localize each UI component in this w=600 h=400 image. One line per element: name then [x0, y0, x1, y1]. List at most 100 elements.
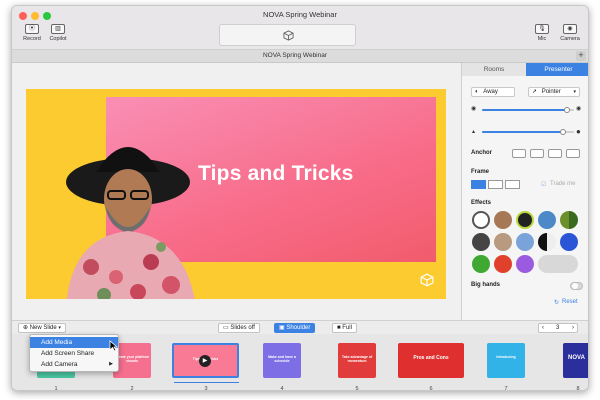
copilot-button[interactable]: ▥ Copilot [44, 24, 72, 42]
new-slide-button[interactable]: ⊕ New Slide ▾ [18, 323, 66, 333]
microphone-icon: 🎙 [535, 24, 549, 34]
anchor-bottom-left-button[interactable] [512, 149, 526, 158]
effect-outline-button[interactable] [516, 211, 534, 229]
effect-deep-blue-button[interactable] [560, 233, 578, 251]
slides-off-icon: ▭ [223, 325, 229, 331]
reset-button[interactable]: Reset [562, 299, 578, 305]
eye-icon-right: ◉ [576, 106, 582, 112]
document-tab[interactable]: NOVA Spring Webinar [12, 52, 578, 59]
full-icon: ■ [337, 325, 341, 331]
effect-portrait-button[interactable] [494, 211, 512, 229]
slide-num-4: 4 [280, 386, 284, 391]
submenu-arrow-icon: ▶ [109, 361, 113, 367]
reset-icon: ↻ [554, 300, 560, 306]
mouse-cursor-icon [109, 340, 118, 352]
layout-full-button[interactable]: ■ Full [332, 323, 357, 333]
mic-button[interactable]: 🎙 Mic [528, 24, 556, 42]
slide-thumb-8[interactable]: NOVA [563, 343, 588, 378]
slide-num-7: 7 [504, 386, 508, 391]
previous-page-icon[interactable]: ‹ [542, 324, 544, 333]
new-slide-icon: ⊕ [23, 325, 29, 331]
shoulder-icon: ▣ [279, 325, 285, 331]
size-slider-fill [482, 131, 563, 133]
effect-none-button[interactable] [472, 211, 490, 229]
anchor-bottom-center-button[interactable] [530, 149, 544, 158]
anchor-bottom-right-button[interactable] [548, 149, 562, 158]
effect-bw-button[interactable] [538, 233, 556, 251]
effect-sepia-button[interactable] [494, 233, 512, 251]
opacity-slider-knob[interactable] [564, 107, 570, 113]
status-dropdown[interactable]: ◐ Away [471, 87, 515, 97]
cube-icon [283, 30, 294, 41]
chevron-down-icon: ▾ [58, 325, 61, 331]
anchor-top-right-button[interactable] [566, 149, 580, 158]
big-hands-label: Big hands [471, 282, 501, 288]
slide-thumb-6[interactable]: Pros and Cons [398, 343, 464, 378]
slide-thumb-7[interactable]: Introducing [487, 343, 525, 378]
window-title: NOVA Spring Webinar [263, 10, 337, 19]
effect-blue-button[interactable] [538, 211, 556, 229]
effect-red-button[interactable] [494, 255, 512, 273]
menu-item-add-screen-share[interactable]: Add Screen Share [30, 348, 118, 359]
slide-num-1: 1 [54, 386, 58, 391]
slide-num-3: 3 [204, 386, 208, 391]
record-button[interactable]: ⦿ Record [18, 24, 46, 42]
page-stepper[interactable]: ‹ 3 › [538, 323, 578, 333]
slide-thumb-5[interactable]: Take advantage of momentum [338, 343, 376, 378]
frame-person-button[interactable] [471, 180, 486, 189]
sidebar-tab-switcher: Rooms Presenter [462, 63, 588, 76]
effect-purple-button[interactable] [516, 255, 534, 273]
menu-item-add-camera[interactable]: Add Camera ▶ [30, 359, 118, 370]
effect-film-button[interactable] [472, 233, 490, 251]
layout-shoulder-button[interactable]: ▣ Shoulder [274, 323, 316, 333]
mic-label: Mic [537, 36, 547, 42]
tab-rooms[interactable]: Rooms [462, 63, 526, 76]
next-page-icon[interactable]: › [572, 324, 574, 333]
status-label: Away [483, 89, 498, 95]
big-hands-toggle[interactable] [570, 282, 583, 290]
menu-item-add-media[interactable]: Add Media [30, 337, 118, 348]
pointer-dropdown[interactable]: ➚ Pointer ▾ [528, 87, 580, 97]
effect-custom-color-button[interactable] [538, 255, 578, 273]
effects-label: Effects [471, 200, 492, 206]
slide-num-2: 2 [130, 386, 134, 391]
add-camera-label: Add Camera [41, 361, 78, 368]
status-icon: ◐ [475, 89, 479, 95]
frame-arch-button[interactable] [505, 180, 520, 189]
play-icon[interactable]: ▶ [199, 355, 211, 367]
effect-blur-button[interactable] [516, 233, 534, 251]
presenter-sidebar: Rooms Presenter ◐ Away ➚ Pointer ▾ ◉ ◉ ▴… [461, 63, 588, 320]
slide-stage: Tips and Tricks [12, 63, 461, 320]
presenter-camera-image [66, 147, 195, 299]
document-tab-bar: NOVA Spring Webinar + [12, 50, 588, 63]
trade-me-checkbox[interactable]: ☑ [541, 181, 546, 188]
app-window: NOVA Spring Webinar ⦿ Record ▥ Copilot 🎙… [11, 5, 589, 391]
layout-slides-off-button[interactable]: ▭ Slides off [218, 323, 260, 333]
chevron-down-icon: ▾ [573, 89, 576, 95]
add-tab-button[interactable]: + [576, 51, 586, 61]
shoulder-label: Shoulder [286, 325, 311, 331]
effect-green-split-button[interactable] [560, 211, 578, 229]
opacity-slider-fill [482, 109, 567, 111]
copilot-label: Copilot [49, 36, 67, 42]
effect-green-button[interactable] [472, 255, 490, 273]
slide-title[interactable]: Tips and Tricks [198, 162, 354, 186]
frame-rect-button[interactable] [488, 180, 503, 189]
stage-preview-box[interactable] [219, 24, 356, 46]
camera-label: Camera [560, 36, 580, 42]
titlebar: NOVA Spring Webinar ⦿ Record ▥ Copilot 🎙… [12, 6, 588, 50]
new-slide-menu: Add Media Add Screen Share Add Camera ▶ [29, 334, 119, 372]
tab-presenter[interactable]: Presenter [526, 63, 588, 76]
slide-thumb-4[interactable]: Make and have a schedule [263, 343, 301, 378]
bottom-toolbar: ⊕ New Slide ▾ ▭ Slides off ▣ Shoulder ■ … [12, 320, 588, 334]
nova-logo-icon [420, 273, 434, 287]
camera-button[interactable]: ◉ Camera [556, 24, 584, 42]
new-slide-label: New Slide [29, 325, 57, 331]
record-icon: ⦿ [25, 24, 39, 34]
pointer-icon: ➚ [532, 89, 538, 95]
current-slide[interactable]: Tips and Tricks [26, 89, 446, 299]
record-label: Record [23, 36, 41, 42]
slide-num-5: 5 [355, 386, 359, 391]
page-number: 3 [556, 325, 560, 331]
size-slider-knob[interactable] [560, 129, 566, 135]
